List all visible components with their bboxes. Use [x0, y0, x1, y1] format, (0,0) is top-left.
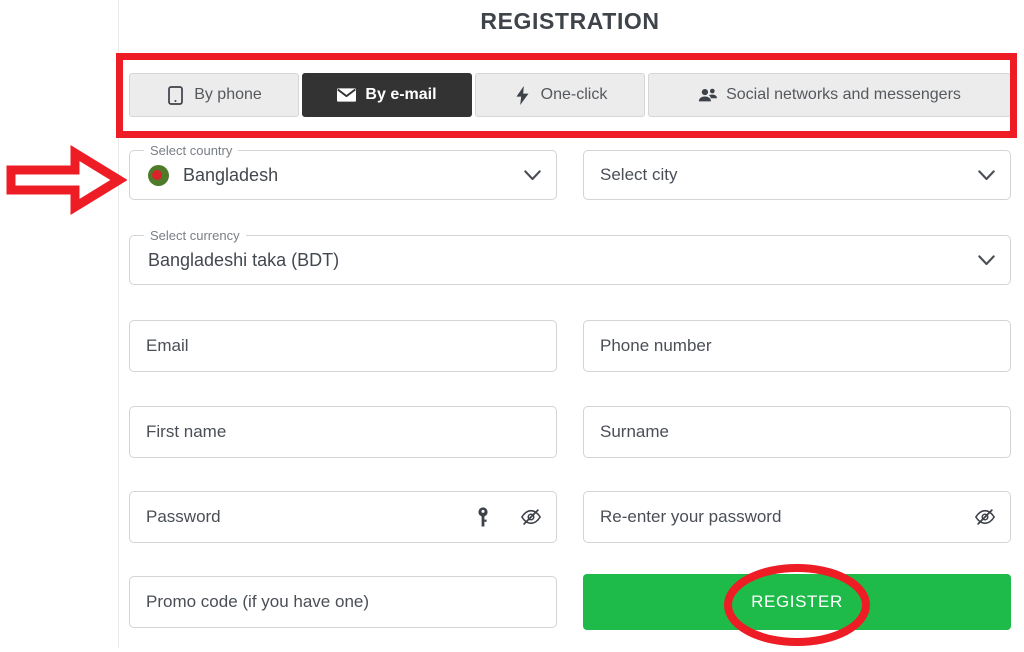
tab-one-click-label: One-click: [540, 86, 608, 103]
surname-field-placeholder: Surname: [600, 422, 669, 441]
chevron-down-icon[interactable]: [976, 165, 996, 185]
select-city-placeholder: Select city: [600, 165, 678, 184]
eye-slash-icon[interactable]: [520, 506, 542, 528]
content-container-edge: [118, 0, 119, 648]
promo-code-field-placeholder: Promo code (if you have one): [146, 592, 370, 611]
repeat-password-field[interactable]: Re-enter your password: [583, 491, 1011, 543]
phone-number-field[interactable]: Phone number: [583, 320, 1011, 372]
tab-one-click[interactable]: One-click: [475, 73, 645, 117]
first-name-field-placeholder: First name: [146, 422, 227, 441]
repeat-password-field-placeholder: Re-enter your password: [600, 507, 782, 526]
password-field-placeholder: Password: [146, 507, 221, 526]
users-icon: [698, 86, 718, 105]
register-button[interactable]: REGISTER: [583, 574, 1011, 630]
key-icon[interactable]: [472, 506, 494, 528]
tab-by-email-label: By e-mail: [365, 86, 437, 103]
envelope-icon: [337, 86, 357, 105]
tab-by-phone-label: By phone: [194, 86, 262, 103]
tab-by-email[interactable]: By e-mail: [302, 73, 472, 117]
select-currency-field[interactable]: Select currency Bangladeshi taka (BDT): [129, 228, 1011, 285]
chevron-down-icon[interactable]: [522, 165, 542, 185]
select-country-field[interactable]: Select country Bangladesh: [129, 143, 557, 200]
mobile-phone-icon: [166, 85, 185, 105]
email-field-placeholder: Email: [146, 336, 189, 355]
chevron-down-icon[interactable]: [976, 250, 996, 270]
promo-code-field[interactable]: Promo code (if you have one): [129, 576, 557, 628]
repeat-password-field-icons: [974, 506, 996, 528]
select-currency-value: Bangladeshi taka (BDT): [148, 249, 340, 270]
select-city-field[interactable]: Select city: [583, 150, 1011, 200]
tab-social-networks-label: Social networks and messengers: [726, 86, 961, 103]
bangladesh-flag-icon: [148, 164, 169, 186]
select-currency-value-row: Bangladeshi taka (BDT): [148, 236, 964, 284]
lightning-bolt-icon: [513, 85, 532, 105]
first-name-field[interactable]: First name: [129, 406, 557, 458]
registration-method-tabs: By phone By e-mail One-click Social netw…: [129, 73, 1011, 117]
registration-page: REGISTRATION By phone By e-mail One-clic…: [0, 0, 1024, 648]
password-field-icons: [472, 506, 542, 528]
eye-slash-icon[interactable]: [974, 506, 996, 528]
password-field[interactable]: Password: [129, 491, 557, 543]
email-field[interactable]: Email: [129, 320, 557, 372]
select-country-value: Bangladesh: [183, 164, 279, 185]
tab-by-phone[interactable]: By phone: [129, 73, 299, 117]
phone-number-field-placeholder: Phone number: [600, 336, 712, 355]
pointer-arrow-country: [5, 140, 128, 220]
page-title: REGISTRATION: [480, 8, 660, 34]
tab-social-networks[interactable]: Social networks and messengers: [648, 73, 1011, 117]
surname-field[interactable]: Surname: [583, 406, 1011, 458]
select-country-value-row: Bangladesh: [148, 151, 510, 199]
